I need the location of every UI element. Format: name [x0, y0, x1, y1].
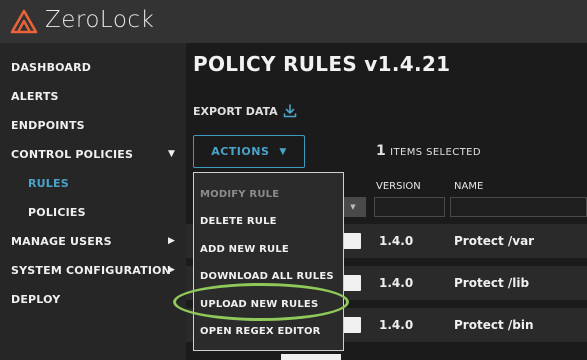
export-data-link[interactable]: EXPORT DATA	[193, 103, 297, 119]
menu-item-upload-new-rules[interactable]: UPLOAD NEW RULES	[194, 290, 343, 318]
menu-item-label: MODIFY RULE	[200, 188, 280, 200]
sidebar-item-system-configuration[interactable]: SYSTEM CONFIGURATION ▶	[0, 259, 186, 281]
name-filter-input[interactable]	[450, 197, 587, 217]
row-checkbox[interactable]	[343, 275, 361, 291]
sidebar-item-deploy[interactable]: DEPLOY	[0, 288, 186, 310]
row-checkbox[interactable]	[343, 317, 361, 333]
menu-item-label: OPEN REGEX EDITOR	[200, 325, 321, 337]
sidebar-item-label: ENDPOINTS	[11, 118, 85, 132]
chevron-right-icon: ▶	[168, 236, 176, 246]
brand-name: ZeroLock	[45, 7, 155, 33]
sidebar-item-label: ALERTS	[11, 89, 59, 103]
column-header-version[interactable]: VERSION	[376, 181, 421, 192]
row-version: 1.4.0	[379, 276, 414, 290]
menu-item-label: DOWNLOAD ALL RULES	[200, 270, 334, 282]
chevron-right-icon: ▶	[168, 265, 176, 275]
sidebar-item-label: SYSTEM CONFIGURATION	[11, 263, 172, 277]
menu-item-label: DELETE RULE	[200, 215, 277, 227]
export-data-label: EXPORT DATA	[193, 104, 278, 118]
version-filter-input[interactable]	[374, 197, 445, 217]
sidebar-item-label: CONTROL POLICIES	[11, 147, 134, 161]
sidebar-item-label: MANAGE USERS	[11, 234, 112, 248]
sidebar-item-endpoints[interactable]: ENDPOINTS	[0, 114, 186, 136]
sidebar-item-policies[interactable]: POLICIES	[0, 201, 186, 223]
row-version: 1.4.0	[379, 234, 414, 248]
row-name: Protect /lib	[454, 276, 530, 290]
menu-item-modify-rule: MODIFY RULE	[194, 180, 343, 208]
column-header-name[interactable]: NAME	[454, 181, 483, 192]
actions-label: ACTIONS	[211, 145, 270, 158]
selection-status: 1 ITEMS SELECTED	[376, 143, 481, 161]
actions-menu: MODIFY RULE DELETE RULE ADD NEW RULE DOW…	[193, 172, 344, 351]
sidebar-item-label: POLICIES	[28, 205, 86, 219]
actions-button[interactable]: ACTIONS ▼	[193, 135, 305, 168]
sidebar-item-label: RULES	[28, 176, 69, 190]
sidebar-item-dashboard[interactable]: DASHBOARD	[0, 56, 186, 78]
menu-item-open-regex-editor[interactable]: OPEN REGEX EDITOR	[194, 317, 343, 345]
selected-count: 1	[376, 143, 387, 159]
row-name: Protect /var	[454, 234, 535, 248]
sidebar-item-label: DEPLOY	[11, 292, 61, 306]
sidebar-item-rules[interactable]: RULES	[0, 172, 186, 194]
row-checkbox[interactable]	[343, 233, 361, 249]
zerolock-logo-icon	[10, 9, 38, 34]
page-title: POLICY RULES v1.4.21	[193, 52, 451, 76]
menu-item-add-new-rule[interactable]: ADD NEW RULE	[194, 235, 343, 263]
menu-item-delete-rule[interactable]: DELETE RULE	[194, 207, 343, 235]
sidebar-item-manage-users[interactable]: MANAGE USERS ▶	[0, 230, 186, 252]
chevron-down-icon: ▼	[168, 149, 176, 159]
menu-item-label: ADD NEW RULE	[200, 243, 289, 255]
download-icon	[283, 104, 296, 118]
chevron-down-icon: ▼	[279, 146, 287, 157]
sidebar-item-alerts[interactable]: ALERTS	[0, 85, 186, 107]
partial-row	[281, 354, 341, 360]
chevron-down-icon: ▼	[350, 203, 356, 211]
menu-item-label: UPLOAD NEW RULES	[200, 298, 319, 310]
menu-item-download-all-rules[interactable]: DOWNLOAD ALL RULES	[194, 262, 343, 290]
selected-label: ITEMS SELECTED	[390, 147, 481, 158]
sidebar-item-label: DASHBOARD	[11, 60, 92, 74]
row-name: Protect /bin	[454, 318, 534, 332]
sidebar-item-control-policies[interactable]: CONTROL POLICIES ▼	[0, 143, 186, 165]
top-bar: ZeroLock	[0, 0, 587, 43]
row-version: 1.4.0	[379, 318, 414, 332]
sidebar: DASHBOARD ALERTS ENDPOINTS CONTROL POLIC…	[0, 43, 186, 360]
